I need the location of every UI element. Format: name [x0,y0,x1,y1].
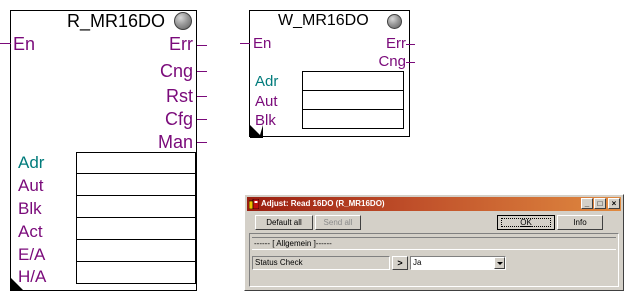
param-label-blk: Blk [18,199,42,218]
output-wire [406,44,415,45]
output-wire [406,62,415,63]
output-wire [197,119,207,120]
pin-cng[interactable]: Cng [378,54,406,69]
default-all-button[interactable]: Default all [255,215,313,230]
output-wire [197,96,207,97]
pin-err[interactable]: Err [386,36,406,51]
info-button[interactable]: Info [557,215,603,230]
param-label-adr: Adr [18,153,45,172]
param-label-act: Act [18,222,43,241]
send-param-button[interactable]: > [392,256,408,270]
param-label-ea: E/A [18,245,46,264]
param-field-blk[interactable] [76,195,196,218]
send-all-label: Send all [323,218,353,227]
corner-marker-icon [250,125,263,138]
ok-button[interactable]: OK [497,215,555,230]
param-field-blk[interactable] [302,109,404,129]
corner-marker-icon [11,278,35,290]
output-wire [197,71,207,72]
block-title: W_MR16DO [278,12,369,29]
output-wire [197,142,207,143]
status-lamp-icon [387,14,402,29]
param-field-adr[interactable] [76,152,196,174]
param-label-aut: Aut [255,93,278,110]
pin-en[interactable]: En [13,35,35,53]
param-field-act[interactable] [76,217,196,240]
default-all-label: Default all [266,218,302,227]
pin-err[interactable]: Err [169,35,193,53]
pin-en[interactable]: En [253,36,271,51]
maximize-button[interactable]: □ [594,198,606,209]
output-wire [197,45,207,46]
app-icon [249,199,259,209]
pin-cfg[interactable]: Cfg [165,110,193,128]
param-label-status-check: Status Check [252,256,390,270]
param-field-ha[interactable] [76,261,196,284]
pin-rst[interactable]: Rst [166,87,193,105]
param-field-aut[interactable] [76,173,196,196]
adjust-dialog[interactable]: Adjust: Read 16DO (R_MR16DO) _ □ × Defau… [244,194,624,291]
send-all-button[interactable]: Send all [315,215,361,230]
status-lamp-icon [174,12,192,30]
status-check-value: Ja [413,258,422,267]
param-field-aut[interactable] [302,90,404,110]
dialog-title: Adjust: Read 16DO (R_MR16DO) [261,199,385,208]
pin-man[interactable]: Man [158,133,193,151]
param-label-aut: Aut [18,176,44,195]
param-field-adr[interactable] [302,71,404,91]
minimize-button[interactable]: _ [581,198,593,209]
section-header: ------ [ Allgemein ]------ [252,237,616,250]
close-button[interactable]: × [608,198,620,209]
pin-cng[interactable]: Cng [160,62,193,80]
block-title: R_MR16DO [67,11,166,31]
dialog-titlebar[interactable]: Adjust: Read 16DO (R_MR16DO) _ □ × [247,197,621,211]
param-field-ea[interactable] [76,239,196,262]
parameter-panel: ------ [ Allgemein ]------ Status Check … [249,233,619,287]
input-wire [240,43,250,44]
focus-rect [501,218,551,227]
chevron-down-icon[interactable] [494,257,505,269]
info-label: Info [573,218,587,227]
param-label-adr: Adr [255,73,279,90]
status-check-select[interactable]: Ja [410,256,506,270]
input-wire [0,43,11,44]
